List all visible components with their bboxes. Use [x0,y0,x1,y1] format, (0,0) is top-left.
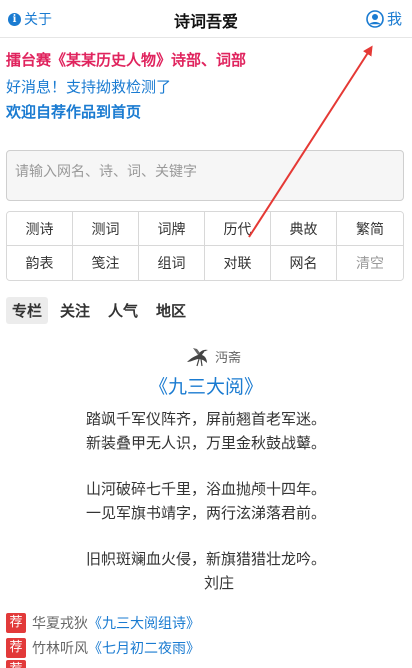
recommend-badge-icon: 荐 [6,612,26,633]
stanza-gap [0,525,412,547]
poem-line: 新装叠甲无人识，万里金秋鼓战鼙。 [85,434,326,452]
recommend-badge-icon: 荐 [6,637,26,658]
bird-avatar-icon [186,348,208,367]
tool-button-test-poem[interactable]: 测诗 [7,212,73,246]
poem-line: 一见军旗书靖字，两行泫涕落君前。 [85,504,326,522]
tool-button-annotation[interactable]: 笺注 [73,246,139,280]
tool-button-cipai[interactable]: 词牌 [139,212,205,246]
poem-line: 山河破碎七千里，浴血抛颅十四年。 [85,480,326,498]
tool-button-word-building[interactable]: 组词 [139,246,205,280]
poem-line: 旧帜斑斓血火侵，新旗猎猎壮龙吟。 [85,550,326,568]
author-row[interactable]: 沔斋 [14,343,412,369]
stanza-gap [0,455,412,477]
rec-title-link[interactable]: 《七月初二夜雨》 [88,638,200,658]
me-button[interactable]: 我 [366,8,402,29]
tool-grid: 测诗 测词 词牌 历代 典故 繁简 韵表 笺注 组词 对联 网名 清空 [6,211,404,281]
tool-button-nickname[interactable]: 网名 [271,246,337,280]
tool-button-rhyme-table[interactable]: 韵表 [7,246,73,280]
tool-button-traditional-simplified[interactable]: 繁简 [337,212,403,246]
contest-notice-link[interactable]: 擂台赛《某某历史人物》诗部、词部 [6,50,246,70]
page-title: 诗词吾爱 [173,12,238,31]
tool-button-dynasties[interactable]: 历代 [205,212,271,246]
featured-poem: 沔斋 《九三大阅》 踏飒千军仪阵齐，屏前翘首老军迷。 新装叠甲无人识，万里金秋鼓… [0,343,412,595]
top-navbar: i 关于 诗词吾爱 我 [0,0,412,38]
poem-line: 踏飒千军仪阵齐，屏前翘首老军迷。 [85,410,326,428]
tool-button-test-ci[interactable]: 测词 [73,212,139,246]
submit-notice-link[interactable]: 欢迎自荐作品到首页 [6,102,141,122]
tool-button-allusions[interactable]: 典故 [271,212,337,246]
tool-button-couplet[interactable]: 对联 [205,246,271,280]
tab-column[interactable]: 专栏 [6,297,49,324]
search-input[interactable] [6,150,404,201]
rec-author: 竹林听风 [32,640,88,657]
clear-button[interactable]: 清空 [337,246,403,280]
rec-title-link[interactable]: 《九三大阅组诗》 [88,613,200,633]
tab-popular[interactable]: 人气 [102,297,144,324]
recommendation-item[interactable]: 荐 华夏戎狄 《九三大阅组诗》 [6,610,200,635]
poem-title-link[interactable]: 《九三大阅》 [0,373,412,401]
poem-signature: 刘庄 [203,574,234,592]
news-notice-link[interactable]: 好消息！支持拗救检测了 [6,77,171,97]
user-icon [366,9,384,28]
poem-body: 踏飒千军仪阵齐，屏前翘首老军迷。 新装叠甲无人识，万里金秋鼓战鼙。 山河破碎七千… [0,407,412,595]
recommendation-item-partial[interactable]: 荐 [6,660,200,668]
recommend-badge-icon: 荐 [6,660,26,668]
recommendation-item[interactable]: 荐 竹林听风 《七月初二夜雨》 [6,635,200,660]
content-tabs: 专栏 关注 人气 地区 [6,297,198,324]
tab-region[interactable]: 地区 [150,297,192,324]
author-name: 沔斋 [214,350,241,366]
recommendation-list: 荐 华夏戎狄 《九三大阅组诗》 荐 竹林听风 《七月初二夜雨》 荐 [6,610,200,668]
tab-following[interactable]: 关注 [54,297,96,324]
me-label: 我 [386,10,402,28]
rec-author: 华夏戎狄 [32,615,88,632]
